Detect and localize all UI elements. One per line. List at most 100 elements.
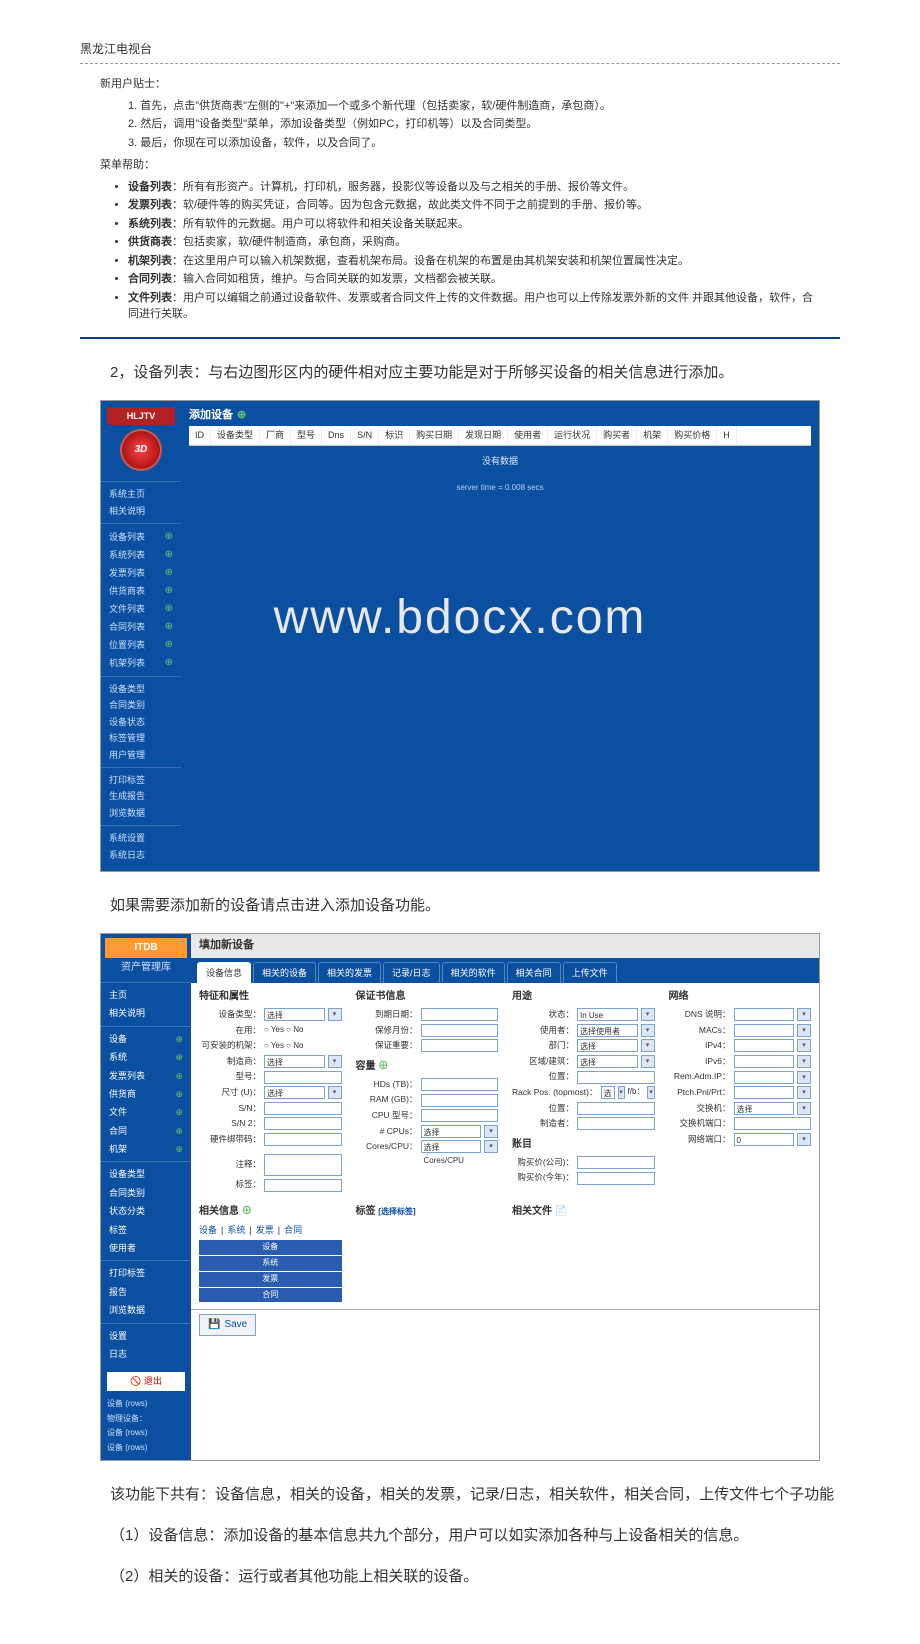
dropdown-icon[interactable]: ▾: [797, 1008, 811, 1021]
dropdown-icon[interactable]: ▾: [641, 1055, 655, 1068]
nav-item[interactable]: 生成报告: [101, 788, 181, 804]
input[interactable]: 选择 Cores/CPU: [421, 1140, 482, 1153]
input[interactable]: [577, 1102, 655, 1115]
dropdown-icon[interactable]: ▾: [641, 1008, 655, 1021]
dropdown-icon[interactable]: ▾: [618, 1086, 625, 1099]
nav-item[interactable]: 设备⊕: [101, 1030, 191, 1048]
tab-3[interactable]: 记录/日志: [383, 962, 440, 983]
dropdown-icon[interactable]: ▾: [797, 1086, 811, 1099]
tab-4[interactable]: 相关的软件: [442, 962, 505, 983]
input[interactable]: [734, 1008, 795, 1021]
input[interactable]: [734, 1039, 795, 1052]
input[interactable]: In Use: [577, 1008, 638, 1021]
nav-item[interactable]: 设备类型: [101, 681, 181, 697]
logout-button[interactable]: 🚫 退出: [107, 1372, 185, 1390]
nav-item[interactable]: 设备类型: [101, 1165, 191, 1183]
input[interactable]: [421, 1094, 499, 1107]
choose-tag-link[interactable]: [选择标签]: [378, 1207, 415, 1216]
nav-item[interactable]: 设置: [101, 1327, 191, 1345]
nav-item[interactable]: 相关说明: [101, 1004, 191, 1022]
nav-item[interactable]: 报告: [101, 1283, 191, 1301]
nav-item[interactable]: 机架列表⊕: [101, 654, 181, 672]
input[interactable]: 选择: [577, 1039, 638, 1052]
nav-item[interactable]: 合同⊕: [101, 1122, 191, 1140]
nav-item[interactable]: 打印标签: [101, 1264, 191, 1282]
input[interactable]: 选择使用者: [577, 1024, 638, 1037]
input[interactable]: 选择: [421, 1125, 482, 1138]
tab-2[interactable]: 相关的发票: [318, 962, 381, 983]
input[interactable]: [734, 1055, 795, 1068]
input[interactable]: 选择: [264, 1008, 325, 1021]
nav-item[interactable]: 打印标签: [101, 772, 181, 788]
input[interactable]: 选择: [601, 1086, 615, 1099]
dropdown-icon[interactable]: ▾: [641, 1039, 655, 1052]
tab-6[interactable]: 上传文件: [563, 962, 617, 983]
nav-item[interactable]: 主页: [101, 986, 191, 1004]
input[interactable]: 选择: [577, 1055, 638, 1068]
add-icon[interactable]: ⊕: [242, 1206, 252, 1217]
nav-item[interactable]: 浏览数据: [101, 805, 181, 821]
nav-item[interactable]: 系统⊕: [101, 1048, 191, 1066]
notes-textarea[interactable]: [264, 1154, 342, 1176]
nav-item[interactable]: 合同类别: [101, 1184, 191, 1202]
tags-input[interactable]: [264, 1179, 342, 1192]
nav-item[interactable]: 浏览数据: [101, 1301, 191, 1319]
nav-item[interactable]: 发票列表⊕: [101, 1067, 191, 1085]
nav-item[interactable]: 系统日志: [101, 847, 181, 863]
tab-0[interactable]: 设备信息: [197, 962, 251, 983]
input[interactable]: 选择: [264, 1086, 325, 1099]
dropdown-icon[interactable]: ▾: [328, 1008, 342, 1021]
dropdown-icon[interactable]: ▾: [797, 1024, 811, 1037]
input[interactable]: [421, 1008, 499, 1021]
dropdown-icon[interactable]: ▾: [797, 1039, 811, 1052]
nav-item[interactable]: 系统列表⊕: [101, 546, 181, 564]
nav-item[interactable]: 相关说明: [101, 503, 181, 519]
input[interactable]: [264, 1117, 342, 1130]
nav-item[interactable]: 供货商表⊕: [101, 582, 181, 600]
nav-item[interactable]: 系统主页: [101, 486, 181, 502]
nav-item[interactable]: 合同列表⊕: [101, 618, 181, 636]
nav-item[interactable]: 日志: [101, 1345, 191, 1363]
nav-item[interactable]: 标签: [101, 1221, 191, 1239]
input[interactable]: [264, 1102, 342, 1115]
dropdown-icon[interactable]: ▾: [797, 1055, 811, 1068]
nav-item[interactable]: 设备状态: [101, 714, 181, 730]
tab-5[interactable]: 相关合同: [507, 962, 561, 983]
input[interactable]: 选择: [734, 1102, 795, 1115]
nav-item[interactable]: 使用者: [101, 1239, 191, 1257]
input[interactable]: 选择: [264, 1055, 325, 1068]
expand-icon[interactable]: ⊕: [378, 1061, 388, 1072]
input[interactable]: [264, 1071, 342, 1084]
nav-item[interactable]: 供货商⊕: [101, 1085, 191, 1103]
input[interactable]: [421, 1024, 499, 1037]
input[interactable]: [734, 1024, 795, 1037]
input[interactable]: [734, 1086, 795, 1099]
input[interactable]: [421, 1078, 499, 1091]
nav-item[interactable]: 发票列表⊕: [101, 564, 181, 582]
input[interactable]: [577, 1071, 655, 1084]
nav-item[interactable]: 文件列表⊕: [101, 600, 181, 618]
input[interactable]: [421, 1109, 499, 1122]
dropdown-icon[interactable]: ▾: [484, 1125, 498, 1138]
input[interactable]: 0: [734, 1133, 795, 1146]
tab-1[interactable]: 相关的设备: [253, 962, 316, 983]
input[interactable]: [577, 1117, 655, 1130]
nav-item[interactable]: 用户管理: [101, 747, 181, 763]
nav-item[interactable]: 标签管理: [101, 730, 181, 746]
nav-item[interactable]: 系统设置: [101, 830, 181, 846]
input[interactable]: [264, 1133, 342, 1146]
dropdown-icon[interactable]: ▾: [797, 1102, 811, 1115]
input[interactable]: [734, 1117, 812, 1130]
dropdown-icon[interactable]: ▾: [641, 1024, 655, 1037]
file-icon[interactable]: 📄: [555, 1206, 567, 1217]
dropdown-icon[interactable]: ▾: [797, 1071, 811, 1084]
dropdown-icon[interactable]: ▾: [328, 1055, 342, 1068]
save-button[interactable]: 💾 Save: [199, 1314, 256, 1336]
input[interactable]: [421, 1039, 499, 1052]
nav-item[interactable]: 状态分类: [101, 1202, 191, 1220]
input[interactable]: [734, 1071, 795, 1084]
nav-item[interactable]: 设备列表⊕: [101, 528, 181, 546]
nav-item[interactable]: 位置列表⊕: [101, 636, 181, 654]
dropdown-icon[interactable]: ▾: [328, 1086, 342, 1099]
dropdown-icon[interactable]: ▾: [484, 1140, 498, 1153]
